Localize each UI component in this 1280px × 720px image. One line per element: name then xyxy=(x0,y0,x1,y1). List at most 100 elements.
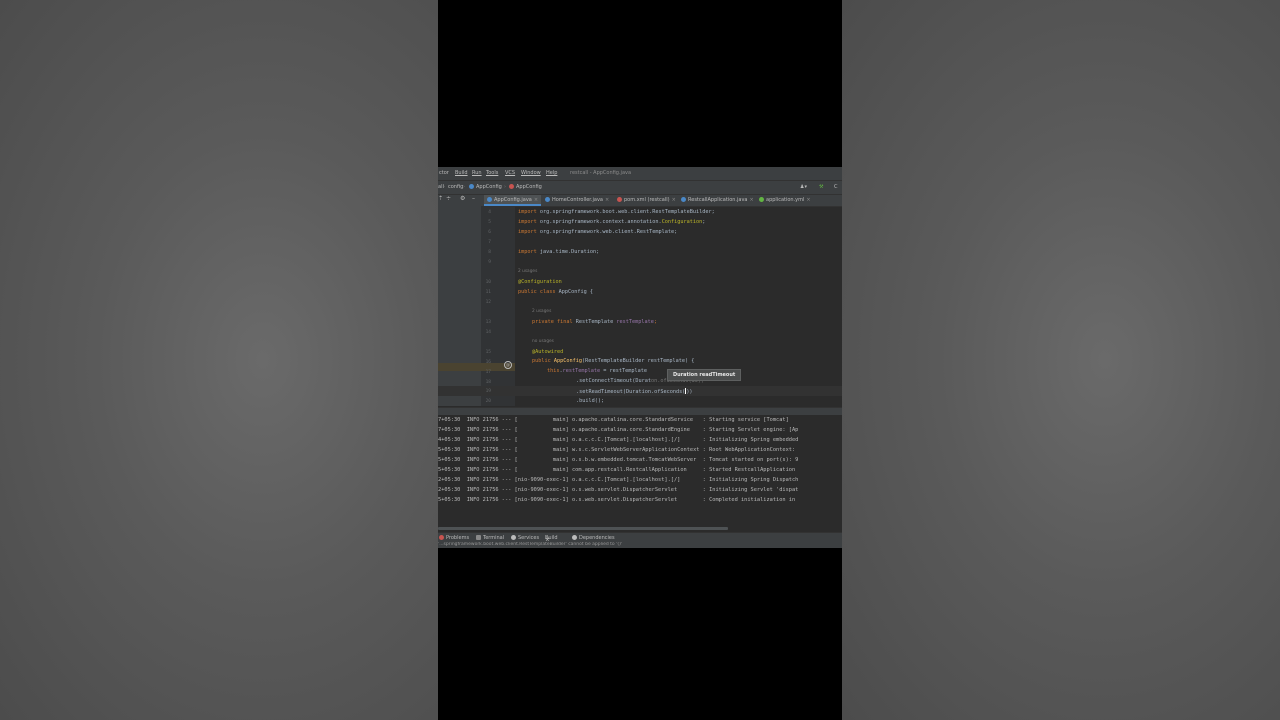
close-icon[interactable]: × xyxy=(605,197,609,203)
line-number: 9 xyxy=(488,260,491,265)
line-number: 4 xyxy=(488,210,491,215)
run-console: 7+05:30 INFO 21756 --- [ main] o.apache.… xyxy=(438,415,842,530)
line-number: 16 xyxy=(485,360,491,365)
console-line: 5+05:30 INFO 21756 --- [ main] com.app.r… xyxy=(438,467,796,473)
breadcrumb: all › config › AppConfig › AppConfig ♟▾ … xyxy=(438,180,842,194)
line-number: 8 xyxy=(488,250,491,255)
at-annotation-icon[interactable]: @ xyxy=(504,361,512,369)
run-config-icon[interactable]: C xyxy=(834,184,838,190)
status-bar: '...springframework.boot.web.client.Rest… xyxy=(438,542,842,548)
menu-help[interactable]: Help xyxy=(546,170,557,176)
line-number: 6 xyxy=(488,230,491,235)
code-line-16[interactable]: public AppConfig(RestTemplateBuilder res… xyxy=(532,358,694,364)
toolwindow-dependencies[interactable]: Dependencies xyxy=(572,535,615,541)
code-line-4[interactable]: import org.springframework.boot.web.clie… xyxy=(518,209,715,215)
project-toolbar-icon[interactable]: ⇡ xyxy=(438,195,443,202)
java-class-icon xyxy=(545,197,550,202)
toolwindow-terminal[interactable]: Terminal xyxy=(476,535,504,541)
menu-run[interactable]: Run xyxy=(472,170,482,176)
console-line: 5+05:30 INFO 21756 --- [ main] w.s.c.Ser… xyxy=(438,447,796,453)
line-number: 15 xyxy=(485,350,491,355)
parameter-info-tooltip: Duration readTimeout xyxy=(667,369,742,381)
console-horizontal-scrollbar[interactable] xyxy=(438,527,728,530)
line-number: 12 xyxy=(485,300,491,305)
breadcrumb-separator-icon: › xyxy=(463,184,465,190)
java-class-icon xyxy=(681,197,686,202)
menu-build[interactable]: Build xyxy=(455,170,468,176)
console-line: 5+05:30 INFO 21756 --- [ main] o.s.b.w.e… xyxy=(438,457,799,463)
code-line-6[interactable]: import org.springframework.web.client.Re… xyxy=(518,229,677,235)
toolwindow-build[interactable]: ⚒ Build xyxy=(545,535,558,543)
window-title: restcall - AppConfig.java xyxy=(570,170,632,176)
blurred-background-right xyxy=(842,0,1280,720)
close-icon[interactable]: × xyxy=(672,197,676,203)
hammer-icon[interactable]: ⚒ xyxy=(819,184,823,190)
project-panel xyxy=(438,206,481,406)
console-line: 7+05:30 INFO 21756 --- [ main] o.apache.… xyxy=(438,417,789,423)
class-icon xyxy=(509,184,514,189)
menu-vcs[interactable]: VCS xyxy=(505,170,515,176)
console-line: 2+05:30 INFO 21756 --- [nio-9090-exec-1]… xyxy=(438,477,799,483)
line-number: 10 xyxy=(485,280,491,285)
tab-restcallapplication[interactable]: RestcallApplication.java × xyxy=(678,195,757,206)
line-number: 13 xyxy=(485,320,491,325)
code-line-11[interactable]: public class AppConfig { xyxy=(518,289,593,295)
close-icon[interactable]: × xyxy=(534,197,538,203)
console-line: 2+05:30 INFO 21756 --- [nio-9090-exec-1]… xyxy=(438,487,799,493)
editor-gutter xyxy=(481,206,515,406)
blurred-background-left xyxy=(0,0,438,720)
close-icon[interactable]: × xyxy=(750,197,754,203)
code-line-17[interactable]: this.restTemplate = restTemplate xyxy=(547,368,647,374)
menu-tools[interactable]: Tools xyxy=(486,170,498,176)
code-line-13[interactable]: private final RestTemplate restTemplate; xyxy=(532,319,657,325)
menu-refactor[interactable]: ctor xyxy=(439,170,449,176)
usages-hint[interactable]: 2 usages xyxy=(518,269,537,274)
close-icon[interactable]: × xyxy=(806,197,810,203)
collapse-all-icon[interactable]: ÷ xyxy=(446,195,451,202)
tab-pom[interactable]: pom.xml (restcall) × xyxy=(614,195,679,206)
user-icon[interactable]: ♟▾ xyxy=(800,184,807,190)
gear-icon[interactable]: ⚙ xyxy=(460,195,465,202)
code-line-10[interactable]: @Configuration xyxy=(518,279,562,285)
tab-appconfig[interactable]: AppConfig.java × xyxy=(484,195,542,206)
usages-hint[interactable]: no usages xyxy=(532,339,554,344)
toolwindow-services[interactable]: Services xyxy=(511,535,539,541)
code-line-5[interactable]: import org.springframework.context.annot… xyxy=(518,219,705,225)
video-frame: ctor Build Run Tools VCS Window Help res… xyxy=(438,0,842,720)
console-line: 4+05:30 INFO 21756 --- [ main] o.a.c.c.C… xyxy=(438,437,799,443)
dependencies-icon xyxy=(572,535,577,540)
services-icon xyxy=(511,535,516,540)
breadcrumb-separator-icon: › xyxy=(443,184,445,190)
line-number: 18 xyxy=(485,380,491,385)
line-number: 7 xyxy=(488,240,491,245)
code-line-15[interactable]: @Autowired xyxy=(532,349,563,355)
menu-window[interactable]: Window xyxy=(521,170,541,176)
java-class-icon xyxy=(487,197,492,202)
yaml-icon xyxy=(759,197,764,202)
java-class-icon xyxy=(469,184,474,189)
toolwindow-problems[interactable]: Problems xyxy=(439,535,469,541)
terminal-icon xyxy=(476,535,481,540)
line-number: 14 xyxy=(485,330,491,335)
minimize-icon[interactable]: – xyxy=(472,195,475,202)
problems-icon xyxy=(439,535,444,540)
breadcrumb-item-package[interactable]: config xyxy=(448,184,463,190)
console-line: 7+05:30 INFO 21756 --- [ main] o.apache.… xyxy=(438,427,799,433)
breadcrumb-item-file[interactable]: AppConfig xyxy=(469,184,502,190)
line-number: 20 xyxy=(485,399,491,404)
code-line-20[interactable]: .build(); xyxy=(576,398,604,404)
line-number: 17 xyxy=(485,370,491,375)
breadcrumb-separator-icon: › xyxy=(504,184,506,190)
line-number: 11 xyxy=(485,290,491,295)
usages-hint[interactable]: 2 usages xyxy=(532,309,551,314)
code-line-19[interactable]: .setReadTimeout(Duration.ofSeconds()) xyxy=(576,388,693,395)
tab-application-yml[interactable]: application.yml × xyxy=(756,195,814,206)
line-number: 19 xyxy=(485,389,491,394)
code-line-8[interactable]: import java.time.Duration; xyxy=(518,249,599,255)
ide-window: ctor Build Run Tools VCS Window Help res… xyxy=(438,167,842,548)
tab-homecontroller[interactable]: HomeController.java × xyxy=(542,195,612,206)
line-number: 5 xyxy=(488,220,491,225)
menu-bar: ctor Build Run Tools VCS Window Help res… xyxy=(438,167,842,180)
breadcrumb-item-class[interactable]: AppConfig xyxy=(509,184,542,190)
console-line: 5+05:30 INFO 21756 --- [nio-9090-exec-1]… xyxy=(438,497,796,503)
